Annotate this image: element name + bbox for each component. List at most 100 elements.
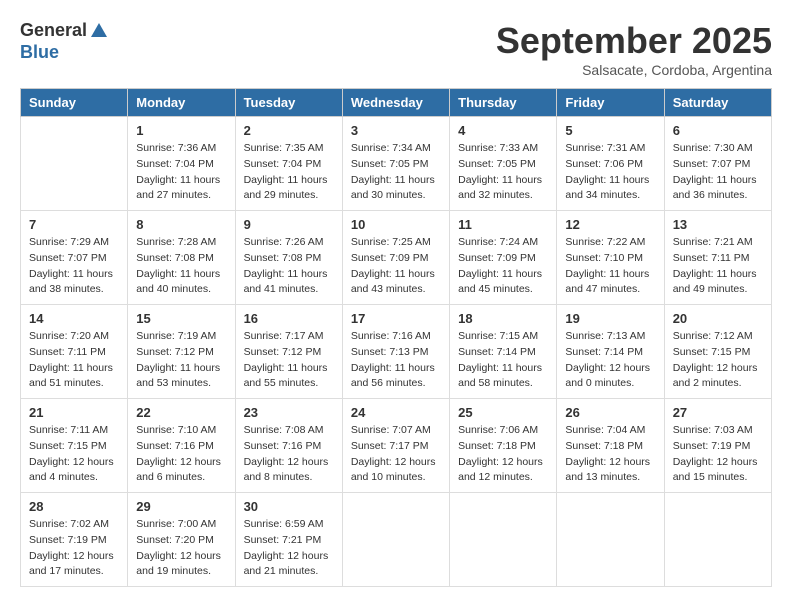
day-cell-16: 16 Sunrise: 7:17 AM Sunset: 7:12 PM Dayli… [235,305,342,399]
day-header-saturday: Saturday [664,89,771,117]
day-info: Sunrise: 7:20 AM Sunset: 7:11 PM Dayligh… [29,329,119,392]
day-number: 4 [458,123,548,138]
week-row-5: 28 Sunrise: 7:02 AM Sunset: 7:19 PM Dayli… [21,493,772,587]
day-info: Sunrise: 7:35 AM Sunset: 7:04 PM Dayligh… [244,141,334,204]
day-header-monday: Monday [128,89,235,117]
day-info: Sunrise: 7:07 AM Sunset: 7:17 PM Dayligh… [351,423,441,486]
day-number: 29 [136,499,226,514]
day-cell-21: 21 Sunrise: 7:11 AM Sunset: 7:15 PM Dayli… [21,399,128,493]
day-number: 12 [565,217,655,232]
day-number: 24 [351,405,441,420]
day-info: Sunrise: 7:30 AM Sunset: 7:07 PM Dayligh… [673,141,763,204]
day-cell-8: 8 Sunrise: 7:28 AM Sunset: 7:08 PM Daylig… [128,211,235,305]
day-cell-15: 15Sunrise: 7:19 AM Sunset: 7:12 PM Dayli… [128,305,235,399]
day-number: 6 [673,123,763,138]
day-cell-6: 6 Sunrise: 7:30 AM Sunset: 7:07 PM Daylig… [664,117,771,211]
day-info: Sunrise: 7:02 AM Sunset: 7:19 PM Dayligh… [29,517,119,580]
day-cell-13: 13 Sunrise: 7:21 AM Sunset: 7:11 PM Dayli… [664,211,771,305]
day-info: Sunrise: 7:28 AM Sunset: 7:08 PM Dayligh… [136,235,226,298]
day-number: 18 [458,311,548,326]
page-header: General Blue September 2025 Salsacate, C… [20,20,772,78]
day-cell-1: 1 Sunrise: 7:36 AM Sunset: 7:04 PM Daylig… [128,117,235,211]
day-header-tuesday: Tuesday [235,89,342,117]
day-info: Sunrise: 7:06 AM Sunset: 7:18 PM Dayligh… [458,423,548,486]
day-number: 11 [458,217,548,232]
day-number: 19 [565,311,655,326]
day-cell-7: 7 Sunrise: 7:29 AM Sunset: 7:07 PM Daylig… [21,211,128,305]
day-info: Sunrise: 7:34 AM Sunset: 7:05 PM Dayligh… [351,141,441,204]
day-number: 9 [244,217,334,232]
empty-cell [557,493,664,587]
day-header-thursday: Thursday [450,89,557,117]
day-number: 7 [29,217,119,232]
day-cell-28: 28 Sunrise: 7:02 AM Sunset: 7:19 PM Dayli… [21,493,128,587]
week-row-1: 1 Sunrise: 7:36 AM Sunset: 7:04 PM Daylig… [21,117,772,211]
day-number: 13 [673,217,763,232]
logo-blue: Blue [20,42,59,62]
day-number: 21 [29,405,119,420]
day-info: Sunrise: 7:33 AM Sunset: 7:05 PM Dayligh… [458,141,548,204]
day-number: 1 [136,123,226,138]
day-number: 8 [136,217,226,232]
month-title: September 2025 [496,20,772,62]
day-info: Sunrise: 7:16 AM Sunset: 7:13 PM Dayligh… [351,329,441,392]
day-info: Sunrise: 7:24 AM Sunset: 7:09 PM Dayligh… [458,235,548,298]
day-cell-29: 29Sunrise: 7:00 AM Sunset: 7:20 PM Dayli… [128,493,235,587]
day-number: 16 [244,311,334,326]
day-cell-12: 12 Sunrise: 7:22 AM Sunset: 7:10 PM Dayli… [557,211,664,305]
day-number: 30 [244,499,334,514]
day-cell-11: 11 Sunrise: 7:24 AM Sunset: 7:09 PM Dayli… [450,211,557,305]
week-row-4: 21 Sunrise: 7:11 AM Sunset: 7:15 PM Dayli… [21,399,772,493]
day-info: Sunrise: 7:31 AM Sunset: 7:06 PM Dayligh… [565,141,655,204]
day-info: Sunrise: 7:22 AM Sunset: 7:10 PM Dayligh… [565,235,655,298]
logo-icon [89,21,109,41]
days-header-row: SundayMondayTuesdayWednesdayThursdayFrid… [21,89,772,117]
day-info: Sunrise: 7:03 AM Sunset: 7:19 PM Dayligh… [673,423,763,486]
day-number: 15 [136,311,226,326]
day-number: 5 [565,123,655,138]
day-cell-2: 2 Sunrise: 7:35 AM Sunset: 7:04 PM Daylig… [235,117,342,211]
day-info: Sunrise: 7:10 AM Sunset: 7:16 PM Dayligh… [136,423,226,486]
day-info: Sunrise: 7:13 AM Sunset: 7:14 PM Dayligh… [565,329,655,392]
day-info: Sunrise: 7:29 AM Sunset: 7:07 PM Dayligh… [29,235,119,298]
day-cell-27: 27 Sunrise: 7:03 AM Sunset: 7:19 PM Dayli… [664,399,771,493]
day-cell-26: 26Sunrise: 7:04 AM Sunset: 7:18 PM Dayli… [557,399,664,493]
logo: General Blue [20,20,109,63]
logo-general: General [20,20,87,42]
day-cell-25: 25Sunrise: 7:06 AM Sunset: 7:18 PM Dayli… [450,399,557,493]
day-info: Sunrise: 7:36 AM Sunset: 7:04 PM Dayligh… [136,141,226,204]
day-header-wednesday: Wednesday [342,89,449,117]
day-info: Sunrise: 7:15 AM Sunset: 7:14 PM Dayligh… [458,329,548,392]
day-number: 26 [565,405,655,420]
day-cell-30: 30 Sunrise: 6:59 AM Sunset: 7:21 PM Dayli… [235,493,342,587]
day-number: 3 [351,123,441,138]
day-cell-20: 20 Sunrise: 7:12 AM Sunset: 7:15 PM Dayli… [664,305,771,399]
day-cell-22: 22 Sunrise: 7:10 AM Sunset: 7:16 PM Dayli… [128,399,235,493]
day-number: 2 [244,123,334,138]
title-block: September 2025 Salsacate, Cordoba, Argen… [496,20,772,78]
day-number: 10 [351,217,441,232]
day-info: Sunrise: 7:25 AM Sunset: 7:09 PM Dayligh… [351,235,441,298]
day-number: 23 [244,405,334,420]
day-number: 22 [136,405,226,420]
day-number: 28 [29,499,119,514]
day-info: Sunrise: 7:17 AM Sunset: 7:12 PM Dayligh… [244,329,334,392]
empty-cell [450,493,557,587]
day-info: Sunrise: 7:21 AM Sunset: 7:11 PM Dayligh… [673,235,763,298]
day-number: 20 [673,311,763,326]
week-row-3: 14Sunrise: 7:20 AM Sunset: 7:11 PM Dayli… [21,305,772,399]
day-cell-24: 24 Sunrise: 7:07 AM Sunset: 7:17 PM Dayli… [342,399,449,493]
week-row-2: 7 Sunrise: 7:29 AM Sunset: 7:07 PM Daylig… [21,211,772,305]
day-info: Sunrise: 6:59 AM Sunset: 7:21 PM Dayligh… [244,517,334,580]
location: Salsacate, Cordoba, Argentina [496,62,772,78]
day-cell-18: 18 Sunrise: 7:15 AM Sunset: 7:14 PM Dayli… [450,305,557,399]
day-info: Sunrise: 7:11 AM Sunset: 7:15 PM Dayligh… [29,423,119,486]
day-info: Sunrise: 7:12 AM Sunset: 7:15 PM Dayligh… [673,329,763,392]
day-info: Sunrise: 7:26 AM Sunset: 7:08 PM Dayligh… [244,235,334,298]
calendar-table: SundayMondayTuesdayWednesdayThursdayFrid… [20,88,772,587]
day-number: 17 [351,311,441,326]
day-number: 27 [673,405,763,420]
day-cell-23: 23Sunrise: 7:08 AM Sunset: 7:16 PM Dayli… [235,399,342,493]
day-cell-9: 9 Sunrise: 7:26 AM Sunset: 7:08 PM Daylig… [235,211,342,305]
day-cell-10: 10 Sunrise: 7:25 AM Sunset: 7:09 PM Dayli… [342,211,449,305]
